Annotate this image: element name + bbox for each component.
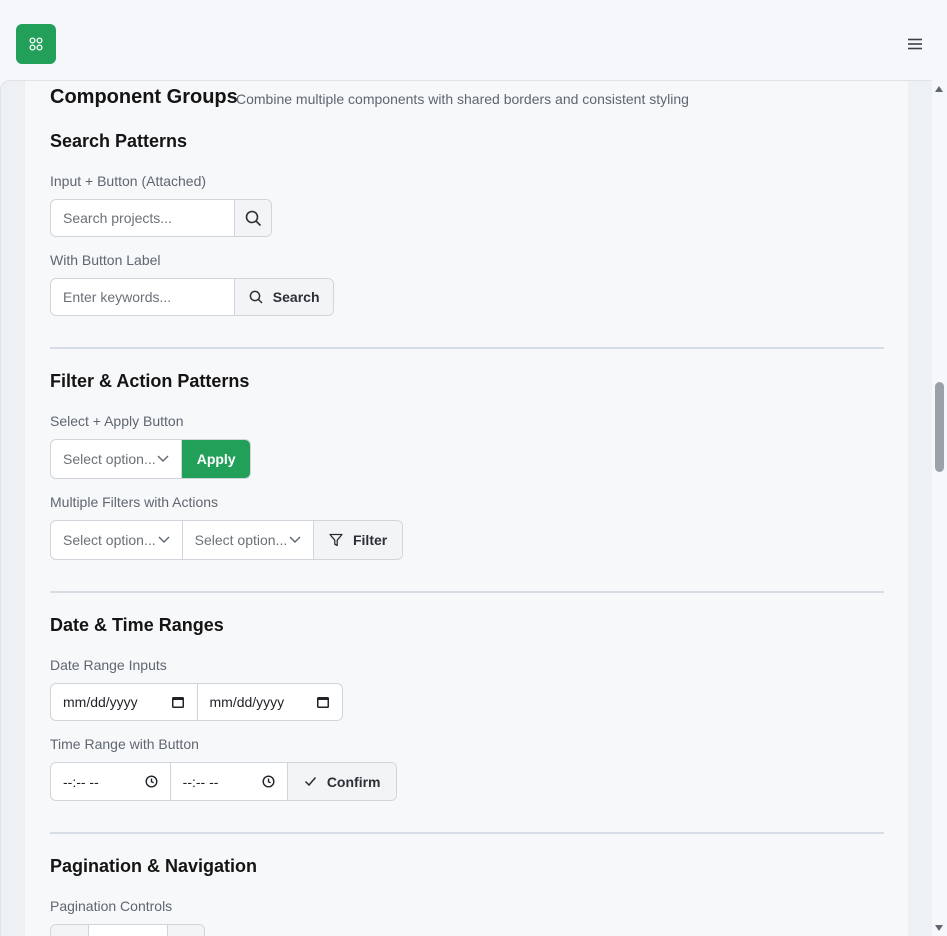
page-title: Component Groups xyxy=(50,86,238,108)
clock-icon xyxy=(262,775,275,788)
confirm-button[interactable]: Confirm xyxy=(287,763,396,800)
section-divider xyxy=(50,347,884,349)
select-apply-label: Select + Apply Button xyxy=(50,413,184,429)
select-value: Select option... xyxy=(194,532,287,548)
filter-icon xyxy=(329,533,343,547)
apply-button[interactable]: Apply xyxy=(181,440,250,478)
date-range-label: Date Range Inputs xyxy=(50,657,167,673)
select-option-dropdown-2[interactable]: Select option... xyxy=(181,521,314,559)
time-range-label: Time Range with Button xyxy=(50,736,199,752)
labeled-search-label: With Button Label xyxy=(50,252,161,268)
end-time-input[interactable]: --:-- -- xyxy=(169,763,288,800)
labeled-search-group: Enter keywords... Search xyxy=(50,278,334,316)
end-time-value: --:-- -- xyxy=(182,773,219,790)
pagination-group xyxy=(50,924,205,936)
vertical-scrollbar[interactable] xyxy=(932,80,947,936)
section-title-search: Search Patterns xyxy=(50,131,188,151)
chevron-down-icon xyxy=(157,455,169,462)
multi-filter-label: Multiple Filters with Actions xyxy=(50,494,219,510)
end-date-value: mm/dd/yyyy xyxy=(209,694,285,710)
search-icon xyxy=(249,290,263,304)
attached-search-label: Input + Button (Attached) xyxy=(50,173,207,189)
search-icon-button[interactable] xyxy=(234,200,271,236)
chevron-down-icon xyxy=(158,536,170,543)
select-apply-group: Select option... Apply xyxy=(50,439,251,479)
calendar-icon xyxy=(317,697,329,708)
pagination-controls-label: Pagination Controls xyxy=(50,898,173,914)
multi-filter-group: Select option... Select option... Filter xyxy=(50,520,403,560)
clock-icon xyxy=(145,775,158,788)
start-date-input[interactable]: mm/dd/yyyy xyxy=(51,684,197,720)
prev-page-button[interactable] xyxy=(51,925,88,936)
check-icon xyxy=(304,777,316,787)
section-title-dates: Date & Time Ranges xyxy=(50,615,224,635)
filter-button[interactable]: Filter xyxy=(313,521,402,559)
start-date-value: mm/dd/yyyy xyxy=(63,694,138,710)
grid-icon xyxy=(29,37,43,51)
scrollbar-thumb[interactable] xyxy=(935,382,944,472)
search-icon xyxy=(245,210,261,226)
search-projects-input[interactable]: Search projects... xyxy=(51,200,234,236)
start-time-input[interactable]: --:-- -- xyxy=(51,763,170,800)
search-button[interactable]: Search xyxy=(234,279,333,315)
start-time-value: --:-- -- xyxy=(63,773,99,790)
hamburger-icon xyxy=(908,38,922,50)
section-divider xyxy=(50,591,884,593)
next-page-button[interactable] xyxy=(167,925,204,936)
time-range-group: --:-- -- --:-- -- Confirm xyxy=(50,762,397,801)
attached-search-group: Search projects... xyxy=(50,199,272,237)
content-panel: Component Groups Combine multiple compon… xyxy=(25,81,908,936)
calendar-icon xyxy=(171,697,184,708)
section-title-pagination: Pagination & Navigation xyxy=(50,856,258,876)
page-subtitle: Combine multiple components with shared … xyxy=(236,91,689,107)
filter-button-label: Filter xyxy=(352,532,388,548)
select-option-dropdown[interactable]: Select option... xyxy=(51,440,181,478)
hamburger-menu-button[interactable] xyxy=(903,34,927,54)
scroll-down-arrow-icon[interactable] xyxy=(935,925,943,931)
content-frame: Component Groups Combine multiple compon… xyxy=(0,80,947,936)
date-range-group: mm/dd/yyyy mm/dd/yyyy xyxy=(50,683,343,721)
section-title-filters: Filter & Action Patterns xyxy=(50,371,250,391)
select-value: Select option... xyxy=(63,451,155,467)
scroll-up-arrow-icon[interactable] xyxy=(935,86,943,92)
select-option-dropdown-1[interactable]: Select option... xyxy=(51,521,182,559)
section-divider xyxy=(50,832,884,834)
page-indicator xyxy=(87,925,168,936)
app-logo[interactable] xyxy=(16,24,56,64)
chevron-down-icon xyxy=(289,536,301,543)
confirm-button-label: Confirm xyxy=(326,773,381,790)
end-date-input[interactable]: mm/dd/yyyy xyxy=(196,684,343,720)
keywords-input[interactable]: Enter keywords... xyxy=(51,279,234,315)
select-value: Select option... xyxy=(63,532,155,548)
top-bar xyxy=(0,0,947,81)
search-button-label: Search xyxy=(272,289,320,305)
